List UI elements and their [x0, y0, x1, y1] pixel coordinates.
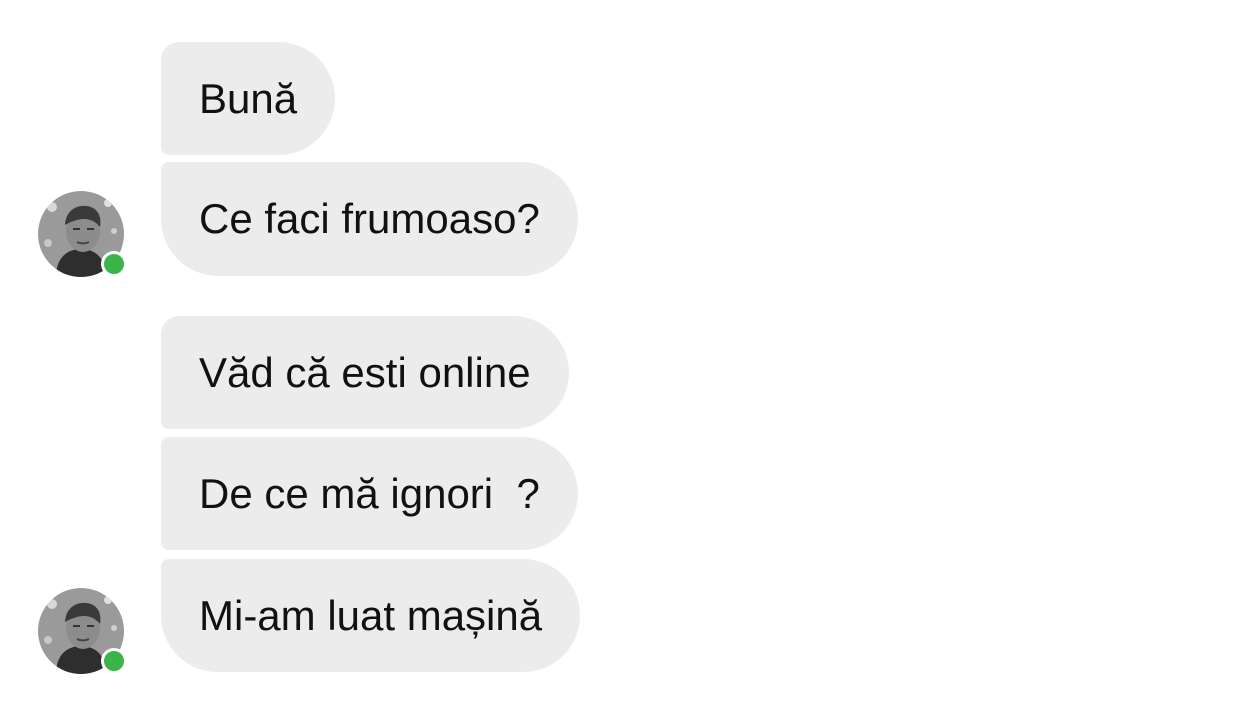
message-bubble[interactable]: Văd că esti online — [161, 316, 569, 429]
online-status-dot — [101, 251, 127, 277]
chat-thread: Bună Ce faci frumoaso? Văd că esti onlin… — [0, 0, 1260, 709]
online-status-dot — [101, 648, 127, 674]
message-bubble[interactable]: Mi-am luat mașină — [161, 559, 581, 672]
message-bubble[interactable]: Bună — [161, 42, 336, 155]
sender-avatar[interactable] — [38, 588, 127, 674]
sender-avatar[interactable] — [38, 191, 127, 277]
message-bubble[interactable]: Ce faci frumoaso? — [161, 162, 578, 276]
message-bubble[interactable]: De ce mă ignori ? — [161, 437, 578, 550]
